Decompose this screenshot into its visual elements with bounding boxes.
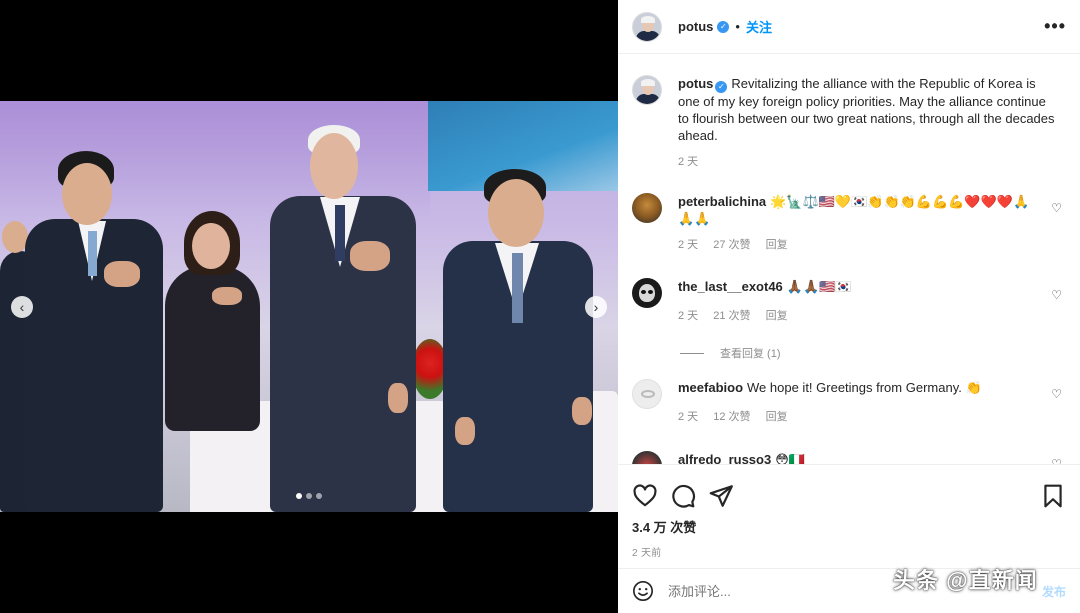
list-item: alfredo_russo3 😳🇮🇹 ♡: [632, 451, 1062, 464]
bookmark-icon[interactable]: [1040, 483, 1066, 509]
comment-likes[interactable]: 21 次赞: [713, 310, 750, 322]
avatar[interactable]: [632, 75, 662, 105]
comment-meta: 2 天 12 次赞 回复: [678, 409, 1038, 426]
source-watermark: 头条 @直新闻: [893, 568, 1038, 593]
carousel-dot: [316, 493, 322, 499]
caption: potus ✓ Revitalizing the alliance with the…: [632, 75, 1062, 171]
comment-username[interactable]: the_last__exot46: [678, 279, 783, 294]
comment-username[interactable]: peterbalichina: [678, 194, 766, 209]
like-comment-heart-icon[interactable]: ♡: [1051, 288, 1062, 302]
avatar[interactable]: [632, 278, 662, 308]
avatar[interactable]: [632, 11, 662, 42]
view-replies-button[interactable]: 查看回复 (1): [680, 345, 781, 361]
post-sidebar: potus ✓ • 关注 ••• potus ✓ Revitalizing the …: [618, 0, 1080, 613]
post-actions: 3.4 万 次赞 2 天前: [618, 464, 1080, 559]
carousel-dot: [306, 493, 312, 499]
comment-time[interactable]: 2 天: [678, 239, 698, 251]
list-item: meefabioo We hope it! Greetings from Germ…: [632, 379, 1062, 426]
post-comment-button[interactable]: 发布: [1042, 583, 1066, 600]
list-item: peterbalichina 🌟🗽⚖️🇺🇸💛🇰🇷👏👏👏💪💪💪❤️❤️❤️🙏🙏🙏 2…: [632, 193, 1062, 254]
avatar[interactable]: [632, 451, 662, 464]
like-heart-icon[interactable]: [632, 483, 658, 509]
comment-likes[interactable]: 12 次赞: [713, 411, 750, 423]
carousel-next-button[interactable]: ›: [585, 296, 607, 318]
comment-text: We hope it! Greetings from Germany. 👏: [747, 380, 982, 395]
comment-bubble-icon[interactable]: [670, 483, 696, 509]
caption-time[interactable]: 2 天: [678, 156, 698, 168]
more-options-icon[interactable]: •••: [1044, 16, 1066, 37]
carousel-dot: [296, 493, 302, 499]
comment-text: 😳🇮🇹: [775, 452, 805, 464]
comment-meta: 2 天 21 次赞 回复: [678, 308, 1038, 325]
replies-divider: [680, 352, 704, 354]
comment-time[interactable]: 2 天: [678, 310, 698, 322]
comments-list[interactable]: potus ✓ Revitalizing the alliance with the…: [618, 55, 1080, 464]
author-username[interactable]: potus: [678, 19, 713, 34]
reply-button[interactable]: 回复: [766, 411, 788, 423]
avatar[interactable]: [632, 193, 662, 223]
verified-badge-icon: ✓: [715, 81, 728, 93]
carousel-indicator: [296, 493, 322, 499]
reply-button[interactable]: 回复: [766, 310, 788, 322]
post-photo[interactable]: [0, 101, 618, 512]
caption-meta: 2 天: [678, 154, 1058, 171]
comment-username[interactable]: alfredo_russo3: [678, 452, 771, 464]
reply-button[interactable]: 回复: [766, 239, 788, 251]
comment-time[interactable]: 2 天: [678, 411, 698, 423]
share-plane-icon[interactable]: [708, 483, 734, 509]
carousel-prev-button[interactable]: ‹: [11, 296, 33, 318]
comment-likes[interactable]: 27 次赞: [713, 239, 750, 251]
comment-input[interactable]: [668, 583, 868, 599]
post-header: potus ✓ • 关注 •••: [618, 0, 1080, 54]
comment-username[interactable]: meefabioo: [678, 380, 743, 395]
like-comment-heart-icon[interactable]: ♡: [1051, 387, 1062, 401]
media-panel: ‹ ›: [0, 0, 618, 613]
action-bar: [618, 465, 1080, 515]
list-item: the_last__exot46 🙏🏾🙏🏾🇺🇸🇰🇷 2 天 21 次赞 回复 ♡: [632, 278, 1062, 325]
comment-text: 🙏🏾🙏🏾🇺🇸🇰🇷: [786, 279, 852, 294]
follow-button[interactable]: 关注: [746, 17, 772, 36]
view-replies-label[interactable]: 查看回复 (1): [720, 345, 781, 361]
caption-username[interactable]: potus: [678, 76, 713, 91]
comment-meta: 2 天 27 次赞 回复: [678, 237, 1038, 254]
post-time[interactable]: 2 天前: [618, 536, 1080, 559]
verified-badge-icon: ✓: [717, 20, 730, 33]
emoji-smile-icon[interactable]: [632, 580, 654, 602]
likes-count[interactable]: 3.4 万 次赞: [618, 515, 1080, 536]
like-comment-heart-icon[interactable]: ♡: [1051, 457, 1062, 464]
header-separator: •: [735, 19, 740, 34]
caption-text: Revitalizing the alliance with the Repub…: [678, 76, 1055, 143]
like-comment-heart-icon[interactable]: ♡: [1051, 201, 1062, 215]
avatar[interactable]: [632, 379, 662, 409]
